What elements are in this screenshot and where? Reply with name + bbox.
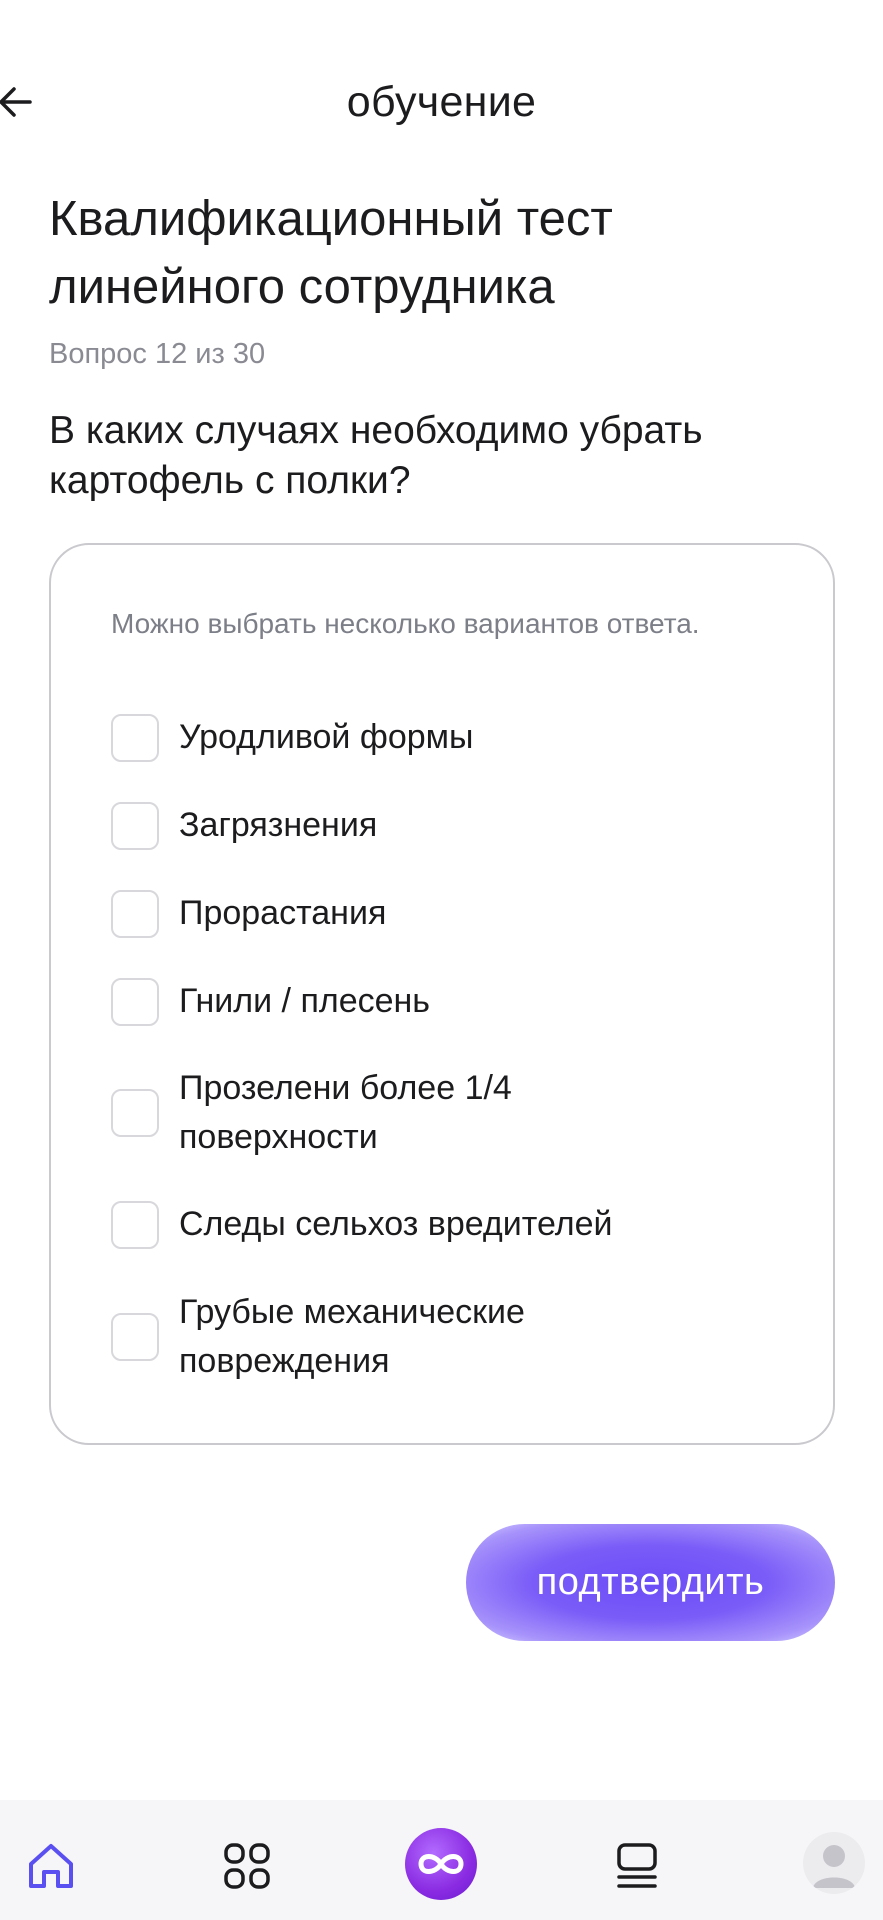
answer-option[interactable]: Гнили / плесень (111, 977, 791, 1026)
answer-checkbox[interactable] (111, 713, 159, 762)
answer-checkbox[interactable] (111, 1313, 159, 1361)
answer-label: Уродливой формы (179, 718, 474, 756)
answer-option[interactable]: Прозелени более 1/4 поверхности (111, 1064, 791, 1162)
test-title: Квалификационный тест линейного сотрудни… (49, 192, 613, 314)
nav-catalog[interactable] (217, 1836, 277, 1896)
answer-checkbox[interactable] (111, 977, 159, 1026)
courses-icon (617, 1843, 657, 1888)
nav-home[interactable] (21, 1836, 81, 1896)
header: обучение (0, 60, 883, 150)
answer-option[interactable]: Прорастания (111, 889, 791, 938)
answer-option[interactable]: Следы сельхоз вредителей (111, 1200, 791, 1249)
app-screen: обучение Квалификационный тест линейного… (0, 0, 883, 1920)
answer-label: Загрязнения (179, 806, 378, 844)
nav-center-button[interactable] (405, 1828, 477, 1900)
multiple-choice-hint: Можно выбрать несколько вариантов ответа… (111, 608, 700, 639)
question-counter: Вопрос 12 из 30 (49, 338, 266, 370)
answer-option[interactable]: Уродливой формы (111, 713, 791, 762)
nav-profile[interactable] (803, 1832, 865, 1894)
bottom-nav (0, 1800, 883, 1920)
header-title: обучение (346, 78, 537, 126)
answer-checkbox[interactable] (111, 1200, 159, 1249)
answer-option[interactable]: Загрязнения (111, 801, 791, 850)
grid-icon (224, 1843, 270, 1889)
confirm-button[interactable]: подтвердить (466, 1524, 835, 1641)
answer-label: Следы сельхоз вредителей (179, 1205, 613, 1243)
infinity-icon (418, 1854, 464, 1874)
answer-label: Гнили / плесень (179, 982, 430, 1020)
nav-courses[interactable] (607, 1836, 667, 1896)
avatar-icon (813, 1845, 855, 1888)
answer-label: Грубые механические повреждения (179, 1293, 525, 1380)
answers-card: Можно выбрать несколько вариантов ответа… (49, 543, 835, 1445)
answer-label: Прорастания (179, 894, 387, 932)
answer-option[interactable]: Грубые механические повреждения (111, 1288, 791, 1386)
answer-checkbox[interactable] (111, 1089, 159, 1137)
answer-checkbox[interactable] (111, 889, 159, 938)
answer-label: Прозелени более 1/4 поверхности (179, 1069, 512, 1156)
answer-checkbox[interactable] (111, 801, 159, 850)
home-icon (29, 1844, 73, 1888)
question-text: В каких случаях необходимо убрать картоф… (49, 409, 703, 502)
